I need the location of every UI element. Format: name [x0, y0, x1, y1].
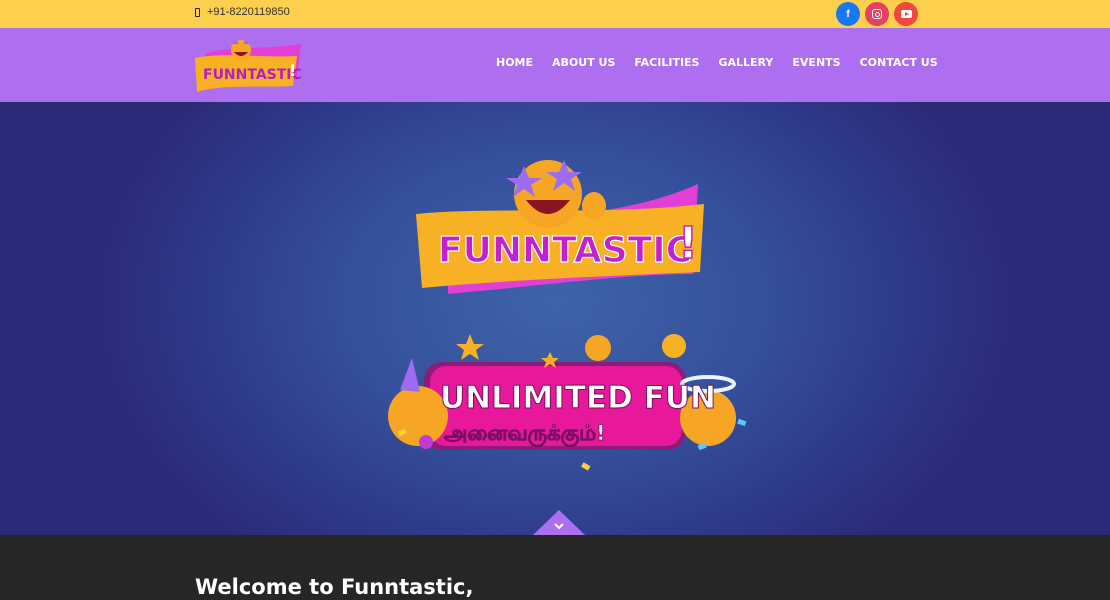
- mobile-phone-icon: [195, 7, 200, 17]
- orange-ball-icon: [662, 334, 686, 358]
- nav-events[interactable]: EVENTS: [792, 56, 840, 69]
- hero-logo-exclamation: !: [678, 218, 698, 269]
- small-smiley-icon: [585, 335, 611, 361]
- nav-facilities[interactable]: FACILITIES: [634, 56, 699, 69]
- main-navbar: FUNNTASTIC ! HOME ABOUT US FACILITIES GA…: [0, 28, 1110, 102]
- party-smiley-icon: [388, 386, 448, 446]
- hero-section: FUNNTASTIC ! UNLIMITED FUN அனைவருக்கும்!: [0, 102, 1110, 535]
- instagram-icon: [872, 9, 882, 19]
- facebook-link[interactable]: f: [836, 2, 860, 26]
- banner-line-2: அனைவருக்கும்!: [444, 421, 606, 447]
- youtube-link[interactable]: [894, 2, 918, 26]
- phone-number: +91-8220119850: [207, 6, 290, 18]
- facebook-icon: f: [846, 8, 850, 20]
- banner-line-1: UNLIMITED FUN: [440, 380, 716, 416]
- scroll-down-button[interactable]: [533, 510, 585, 535]
- nav-contact-us[interactable]: CONTACT US: [860, 56, 938, 69]
- primary-nav: HOME ABOUT US FACILITIES GALLERY EVENTS …: [496, 56, 938, 69]
- brand-logo[interactable]: FUNNTASTIC !: [193, 36, 305, 94]
- phone-contact[interactable]: +91-8220119850: [195, 6, 290, 18]
- nav-about-us[interactable]: ABOUT US: [552, 56, 615, 69]
- instagram-link[interactable]: [865, 2, 889, 26]
- top-info-bar: +91-8220119850 f: [0, 0, 1110, 28]
- nav-gallery[interactable]: GALLERY: [718, 56, 773, 69]
- unlimited-fun-banner: UNLIMITED FUN அனைவருக்கும்!: [388, 334, 747, 471]
- nav-home[interactable]: HOME: [496, 56, 533, 69]
- hero-logo: FUNNTASTIC !: [416, 160, 704, 294]
- youtube-icon: [900, 10, 912, 18]
- welcome-heading: Welcome to Funntastic,: [195, 575, 474, 599]
- logo-exclamation: !: [289, 61, 296, 80]
- hero-logo-wordmark: FUNNTASTIC: [438, 230, 692, 271]
- logo-wordmark: FUNNTASTIC: [203, 67, 302, 83]
